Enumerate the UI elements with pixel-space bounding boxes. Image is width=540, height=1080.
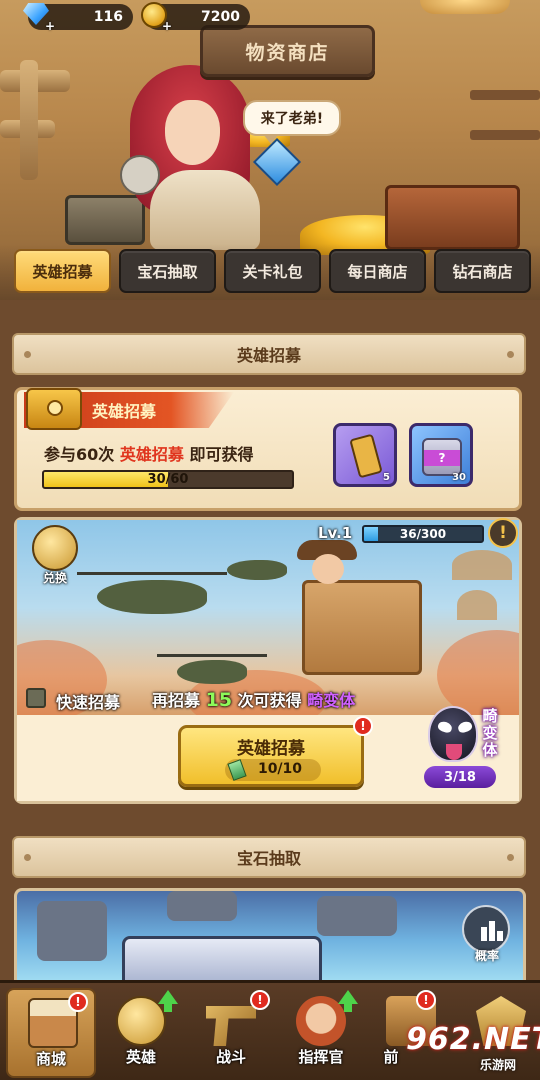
- upgrade-arrow-icon: [158, 990, 178, 1012]
- recruit-button-label: 英雄招募: [237, 739, 305, 759]
- add-coins-icon[interactable]: +: [161, 20, 173, 32]
- watermark-sub: 乐游网: [480, 1058, 517, 1072]
- mystery-can-icon[interactable]: ? 30: [409, 423, 473, 487]
- speech-bubble: 来了老弟!: [243, 100, 341, 144]
- mutant-reward[interactable]: 畸变体 3/18: [424, 706, 500, 788]
- recruit-bonus-message: 再招募 15 次可获得 畸变体: [152, 687, 355, 711]
- gem-crate: [122, 936, 322, 980]
- recruit-cost-pill: 10/10: [225, 759, 321, 781]
- recruit-ticket-count: 10/10: [257, 761, 303, 777]
- treasure-chest: [385, 185, 520, 250]
- mutant-hero-icon: [428, 706, 478, 762]
- upgrade-arrow-icon: [338, 990, 358, 1012]
- hero-cowboy: [297, 540, 357, 600]
- tab-daily-shop[interactable]: 每日商店: [329, 249, 426, 293]
- helicopter: [227, 560, 287, 580]
- level-label: Lv.1: [318, 524, 353, 542]
- skull-icon: [120, 155, 160, 195]
- nav-label: 战斗: [215, 1048, 246, 1066]
- exchange-label: 兑换: [42, 571, 67, 585]
- nav-battle[interactable]: 战斗 !: [186, 988, 276, 1078]
- reward-description: 参与60次 英雄招募 即可获得: [44, 441, 253, 465]
- shop-title-sign: 物资商店: [200, 25, 375, 77]
- shopkeeper-character: [80, 60, 302, 250]
- item-count: 30: [452, 472, 466, 483]
- drop-rate-label: 概率: [474, 949, 499, 963]
- tab-gem-draw[interactable]: 宝石抽取: [119, 249, 216, 293]
- helicopter: [177, 660, 247, 684]
- info-icon[interactable]: !: [488, 518, 518, 548]
- tab-stage-pack[interactable]: 关卡礼包: [224, 249, 321, 293]
- notification-badge: !: [68, 992, 88, 1012]
- pistol-icon: [206, 1006, 256, 1046]
- hero-recruit-button[interactable]: 英雄招募 10/10: [178, 725, 364, 787]
- helicopter: [97, 580, 207, 614]
- gold-coin-icon[interactable]: +: [137, 0, 173, 32]
- nav-label: 商城: [35, 1050, 66, 1068]
- site-watermark: 962.NET 乐游网: [388, 1022, 540, 1078]
- reward-progress-text: 30/60: [147, 472, 189, 487]
- reward-title: 英雄招募: [92, 402, 157, 421]
- notification-badge: !: [416, 990, 436, 1010]
- quick-recruit-label: 快速招募: [56, 693, 121, 712]
- diamond-icon[interactable]: +: [20, 0, 56, 32]
- msg-number: 15: [205, 689, 233, 711]
- tab-diamond-shop[interactable]: 钻石商店: [434, 249, 531, 293]
- notification-badge: !: [250, 990, 270, 1010]
- reward-desc-prefix: 参与60次: [44, 445, 115, 464]
- add-gems-icon[interactable]: +: [44, 20, 56, 32]
- pipe: [20, 60, 38, 180]
- reward-desc-highlight: 英雄招募: [119, 445, 184, 464]
- can-label: ?: [424, 450, 460, 466]
- exchange-icon: [32, 525, 78, 571]
- msg-target: 畸变体: [307, 691, 356, 710]
- msg-prefix: 再招募: [152, 691, 201, 710]
- walkie-talkie-icon[interactable]: 5: [333, 423, 397, 487]
- tab-hero-recruit[interactable]: 英雄招募: [14, 249, 111, 293]
- gem-draw-banner: [14, 888, 526, 980]
- reward-chest-icon: [26, 388, 82, 430]
- watermark-brand: 962.NET: [406, 1022, 540, 1057]
- mutant-progress: 3/18: [424, 766, 496, 788]
- recruit-banner-art: [17, 520, 519, 715]
- msg-mid: 次可获得: [237, 691, 302, 710]
- nav-hero[interactable]: 英雄: [96, 988, 186, 1078]
- nav-shop[interactable]: 商城 !: [6, 988, 96, 1078]
- nav-label: 英雄: [125, 1048, 156, 1066]
- drop-rate-button[interactable]: 概率: [458, 905, 516, 967]
- section-header-hero-recruit: 英雄招募: [12, 333, 526, 375]
- bar-chart-icon: [462, 905, 510, 953]
- notification-badge: !: [353, 716, 373, 736]
- gem-count: 116: [93, 9, 123, 25]
- shelf: [470, 130, 540, 140]
- reward-desc-suffix: 即可获得: [189, 445, 254, 464]
- section-header-gem-draw: 宝石抽取: [12, 836, 526, 878]
- exchange-button[interactable]: 兑换: [26, 525, 84, 587]
- shelf: [470, 90, 540, 100]
- item-count: 5: [383, 472, 390, 483]
- level-progress-text: 36/300: [399, 527, 447, 541]
- quick-recruit-checkbox[interactable]: [26, 688, 46, 708]
- gem-in-hand-icon: [252, 137, 302, 187]
- coin-count: 7200: [201, 9, 240, 25]
- mutant-label: 畸变体: [482, 707, 498, 759]
- ceiling-lamp: [420, 0, 510, 14]
